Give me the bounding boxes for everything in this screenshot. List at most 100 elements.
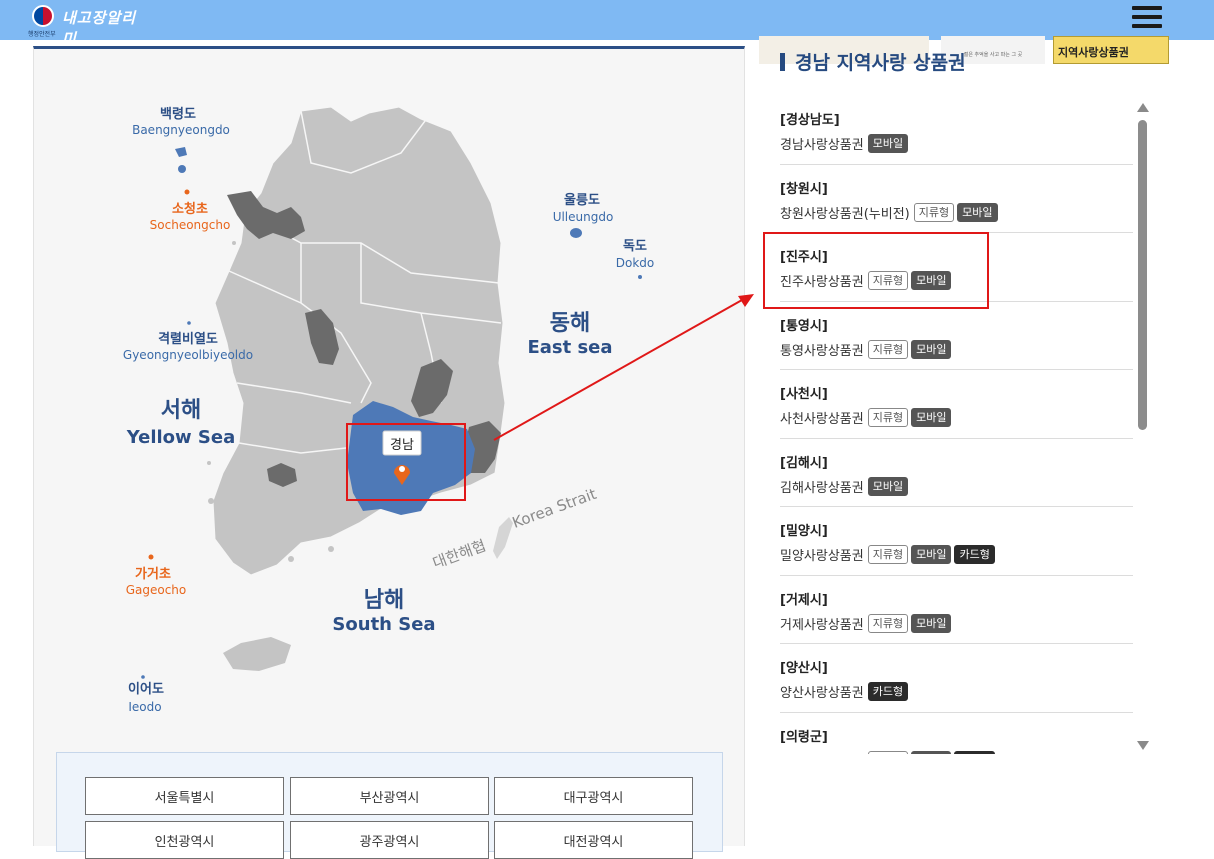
hamburger-menu-icon[interactable] xyxy=(1129,4,1165,34)
korea-map: 경남 백령도 Baengnyeongdo 소청초 Socheongcho 울릉도… xyxy=(123,106,655,714)
top-bar: 행정안전부 내고장알리미 xyxy=(0,0,1214,48)
region-select-box: 서울특별시 부산광역시 대구광역시 인천광역시 광주광역시 대전광역시 xyxy=(56,752,723,859)
mainland-korea-shape xyxy=(212,106,506,576)
voucher-region: [양산시] xyxy=(780,661,828,676)
label-east-sea-en: East sea xyxy=(527,337,612,358)
jeju-island-shape xyxy=(223,637,291,671)
promo-banner-right[interactable]: 지역사랑상품권 xyxy=(1053,36,1169,64)
government-emblem-icon xyxy=(32,5,54,27)
voucher-name[interactable]: 거제사랑상품권 xyxy=(780,614,864,633)
list-item[interactable]: [사천시] 사천사랑상품권 지류형 모바일 xyxy=(780,370,1133,439)
outline-tag: 지류형 xyxy=(867,750,909,754)
label-ulleungdo-en: Ulleungdo xyxy=(553,210,614,224)
label-yellow-sea-ko: 서해 xyxy=(161,398,201,423)
dokdo-dot xyxy=(638,275,642,279)
baengnyeongdo-island-dot xyxy=(178,165,186,173)
list-item[interactable]: [의령군] 의령사랑상품권지류형모바일카드형 xyxy=(780,713,1133,755)
gyeongnam-callout-label: 경남 xyxy=(390,438,414,453)
mobile-tag: 모바일 xyxy=(911,271,952,290)
mobile-tag: 모바일 xyxy=(911,339,952,359)
voucher-region: [경상남도] xyxy=(780,113,840,128)
voucher-line: 의령사랑상품권지류형모바일카드형 xyxy=(780,750,1133,755)
promo-banner-right-text: 지역사랑상품권 xyxy=(1058,46,1129,59)
voucher-region: [창원시] xyxy=(780,181,828,197)
korea-map-panel: 경남 백령도 Baengnyeongdo 소청초 Socheongcho 울릉도… xyxy=(33,46,745,846)
gageocho-dot xyxy=(148,554,154,560)
label-baengnyeongdo-ko: 백령도 xyxy=(160,107,196,122)
voucher-region: [거제시] xyxy=(780,592,828,608)
voucher-line: 창원사랑상품권(누비전) 지류형 모바일 xyxy=(780,202,1133,222)
region-button-seoul[interactable]: 서울특별시 xyxy=(85,777,284,815)
list-item[interactable]: [통영시] 통영사랑상품권 지류형 모바일 xyxy=(780,302,1133,370)
label-ieodo-en: Ieodo xyxy=(128,700,161,714)
label-ulleungdo-ko: 울릉도 xyxy=(564,192,600,208)
voucher-region: [진주시] xyxy=(780,250,828,265)
label-dokdo-en: Dokdo xyxy=(616,256,655,270)
ieodo-dot xyxy=(141,675,145,679)
logo-text: 내고장알리미 xyxy=(62,9,137,48)
label-gageocho-ko: 가거초 xyxy=(135,567,171,582)
mobile-tag: 모바일 xyxy=(867,134,909,153)
logo-subtitle: 행정안전부 xyxy=(28,31,56,38)
gyeongnyeol-dot xyxy=(187,321,191,325)
voucher-region: [김해시] xyxy=(780,455,828,471)
label-dokdo-ko: 독도 xyxy=(623,239,647,254)
label-gyeongnyeol-en: Gyeongnyeolbiyeoldo xyxy=(123,348,253,362)
voucher-line: 사천사랑상품권 지류형 모바일 xyxy=(780,408,1133,427)
label-socheongcho-ko: 소청초 xyxy=(172,201,208,217)
label-south-sea-en: South Sea xyxy=(332,614,435,635)
outline-tag: 지류형 xyxy=(867,545,909,564)
list-item[interactable]: [거제시] 거제사랑상품권 지류형 모바일 xyxy=(780,576,1133,644)
outline-tag: 지류형 xyxy=(867,339,909,359)
voucher-line: 양산사랑상품권 카드형 xyxy=(780,682,1133,701)
voucher-name[interactable]: 김해사랑상품권 xyxy=(780,477,864,496)
label-strait-en: Korea Strait xyxy=(510,485,599,532)
voucher-line: 거제사랑상품권 지류형 모바일 xyxy=(780,613,1133,633)
location-pin-center xyxy=(399,466,405,472)
site-logo[interactable]: 행정안전부 내고장알리미 xyxy=(28,3,148,48)
mobile-tag: 모바일 xyxy=(911,750,952,754)
korea-strait-marker xyxy=(493,517,513,559)
scroll-down-arrow-icon[interactable] xyxy=(1137,741,1149,750)
scroll-thumb[interactable] xyxy=(1138,120,1147,430)
voucher-name[interactable]: 의령사랑상품권 xyxy=(780,751,864,755)
label-yellow-sea-en: Yellow Sea xyxy=(126,427,236,448)
list-item[interactable]: [밀양시] 밀양사랑상품권 지류형 모바일 카드형 xyxy=(780,507,1133,576)
outline-tag: 지류형 xyxy=(867,271,909,290)
voucher-region: [사천시] xyxy=(780,387,828,402)
ulleungdo-shape xyxy=(570,228,582,238)
list-item[interactable]: [진주시] 진주사랑상품권 지류형 모바일 xyxy=(780,233,1133,302)
scroll-up-arrow-icon[interactable] xyxy=(1137,103,1149,112)
region-button-daegu[interactable]: 대구광역시 xyxy=(494,777,693,815)
mobile-tag: 모바일 xyxy=(911,408,952,427)
mobile-tag: 모바일 xyxy=(911,545,952,564)
baengnyeongdo-shape xyxy=(175,147,187,157)
voucher-name[interactable]: 통영사랑상품권 xyxy=(780,340,864,359)
label-ieodo-ko: 이어도 xyxy=(128,681,164,697)
list-item[interactable]: [김해시] 김해사랑상품권 모바일 xyxy=(780,439,1133,507)
region-button-busan[interactable]: 부산광역시 xyxy=(290,777,489,815)
region-button-daejeon[interactable]: 대전광역시 xyxy=(494,821,693,859)
label-socheongcho-en: Socheongcho xyxy=(150,218,231,232)
region-button-gwangju[interactable]: 광주광역시 xyxy=(290,821,489,859)
promo-banner-middle-text: 젊은 추억을 사고 파는 그 곳 xyxy=(963,52,1023,58)
card-tag: 카드형 xyxy=(954,750,995,754)
voucher-name[interactable]: 경남사랑상품권 xyxy=(780,134,864,153)
list-item[interactable]: [창원시] 창원사랑상품권(누비전) 지류형 모바일 xyxy=(780,165,1133,233)
mobile-tag: 모바일 xyxy=(911,613,952,633)
region-button-incheon[interactable]: 인천광역시 xyxy=(85,821,284,859)
voucher-line: 통영사랑상품권 지류형 모바일 xyxy=(780,339,1133,359)
voucher-name[interactable]: 밀양사랑상품권 xyxy=(780,545,864,564)
list-item[interactable]: [양산시] 양산사랑상품권 카드형 xyxy=(780,644,1133,713)
voucher-name[interactable]: 사천사랑상품권 xyxy=(780,408,864,427)
label-baengnyeongdo-en: Baengnyeongdo xyxy=(132,123,230,137)
voucher-list[interactable]: [경상남도] 경남사랑상품권 모바일 [창원시] 창원사랑상품권(누비전) 지류형 모바일[… xyxy=(780,96,1133,754)
voucher-name[interactable]: 진주사랑상품권 xyxy=(780,271,864,290)
list-item[interactable]: [경상남도] 경남사랑상품권 모바일 xyxy=(780,96,1133,165)
label-strait-ko: 대한해협 xyxy=(430,536,488,572)
voucher-name[interactable]: 창원사랑상품권(누비전) xyxy=(780,203,910,222)
voucher-name[interactable]: 양산사랑상품권 xyxy=(780,682,864,701)
outline-tag: 지류형 xyxy=(867,408,909,427)
card-tag: 카드형 xyxy=(867,682,909,701)
label-gyeongnyeol-ko: 격렬비열도 xyxy=(158,331,218,347)
